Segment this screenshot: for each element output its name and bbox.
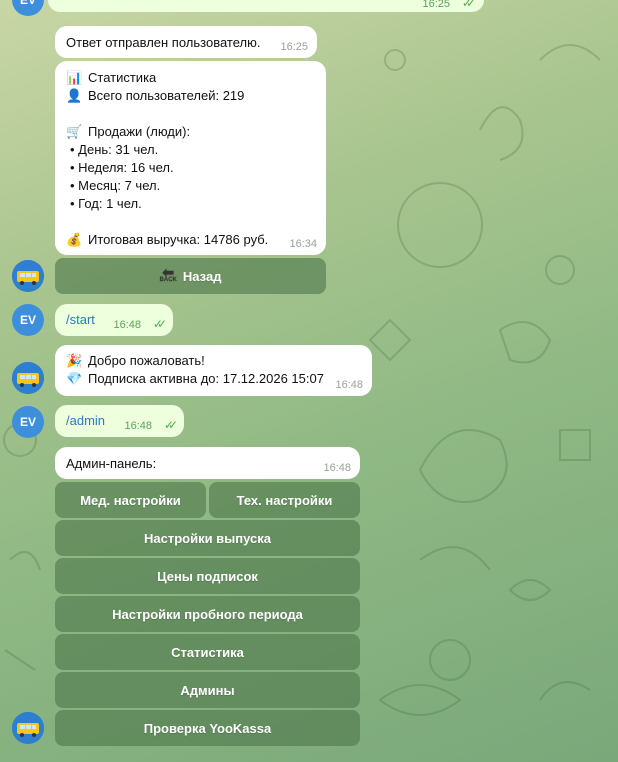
read-checkmarks-icon: ✓✓ [163,418,178,432]
message-time: 16:48 [323,462,351,474]
admin-panel-message: Админ-панель: 16:48 [55,447,360,479]
money-bag-icon: 💰 [66,232,83,247]
message-text: Ответ отправлен пользователю. [66,35,261,50]
welcome-message: 🎉 Добро пожаловать! 💎 Подписка активна до:… [55,345,372,396]
sales-month: • Месяц: 7 чел. [70,178,161,193]
welcome-line-1: 🎉 Добро пожаловать! [66,353,205,368]
admin-command-link[interactable]: /admin [66,413,105,428]
user-avatar[interactable]: EV [12,406,44,438]
bar-chart-icon: 📊 [66,70,83,85]
message-time: 16:25 [422,0,450,10]
stats-title-row: 📊 Статистика [66,70,156,86]
welcome-line-2: 💎 Подписка активна до: 17.12.2026 15:07 [66,371,324,386]
party-popper-icon: 🎉 [66,353,83,368]
back-arrow-icon: ⬅ BACK [159,264,177,283]
start-command-link[interactable]: /start [66,312,95,327]
bot-avatar[interactable] [12,260,44,292]
message-time: 16:48 [124,420,152,432]
yookassa-check-button[interactable]: Проверка YooKassa [55,710,360,746]
back-button-label: Назад [182,268,222,284]
user-avatar[interactable]: EV [12,304,44,336]
bot-avatar-icon [12,362,44,394]
revenue-row: 💰 Итоговая выручка: 14786 руб. [66,232,268,248]
message-time: 16:48 [335,379,363,391]
revenue-text: Итоговая выручка: 14786 руб. [88,232,269,247]
total-users-text: Всего пользователей: 219 [88,88,245,103]
bot-avatar-icon [12,260,44,292]
sales-heading: Продажи (люди): [88,124,191,139]
back-button[interactable]: ⬅ BACK Назад [55,258,326,294]
shopping-cart-icon: 🛒 [66,124,83,139]
read-checkmarks-icon: ✓✓ [152,317,167,331]
bot-avatar[interactable] [12,712,44,744]
stats-title: Статистика [88,70,157,85]
release-settings-button[interactable]: Настройки выпуска [55,520,360,556]
bot-avatar[interactable] [12,362,44,394]
admin-command-message: /admin 16:48 ✓✓ [55,405,184,437]
admins-button[interactable]: Админы [55,672,360,708]
tech-settings-button[interactable]: Тех. настройки [209,482,360,518]
user-silhouette-icon: 👤 [66,88,83,103]
bot-avatar-icon [12,712,44,744]
message-time: 16:34 [289,238,317,250]
statistics-button[interactable]: Статистика [55,634,360,670]
read-checkmarks-icon: ✓✓ [461,0,476,10]
user-avatar[interactable]: EV [12,0,44,16]
trial-settings-button[interactable]: Настройки пробного периода [55,596,360,632]
total-users-row: 👤 Всего пользователей: 219 [66,88,244,104]
message-text: Админ-панель: [66,456,157,471]
sales-heading-row: 🛒 Продажи (люди): [66,124,190,140]
sales-day: • День: 31 чел. [70,142,159,157]
subscription-prices-button[interactable]: Цены подписок [55,558,360,594]
message-time: 16:48 [113,319,141,331]
med-settings-button[interactable]: Мед. настройки [55,482,206,518]
reply-sent-message: Ответ отправлен пользователю. 16:25 [55,26,317,58]
start-command-message: /start 16:48 ✓✓ [55,304,173,336]
statistics-message: 📊 Статистика 👤 Всего пользователей: 219 🛒 П… [55,61,326,255]
sales-week: • Неделя: 16 чел. [70,160,174,175]
gem-icon: 💎 [66,371,83,386]
message-bubble: 16:25 ✓✓ [48,0,484,12]
sales-year: • Год: 1 чел. [70,196,142,211]
message-time: 16:25 [280,41,308,53]
